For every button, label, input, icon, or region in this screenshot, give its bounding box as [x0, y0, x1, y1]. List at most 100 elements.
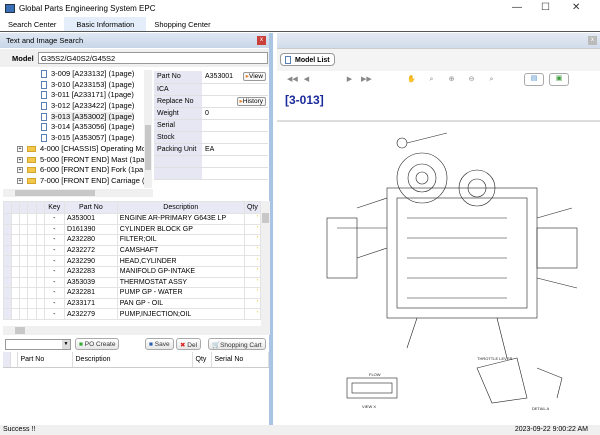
col-key[interactable]: Key — [43, 201, 65, 214]
maximize-button[interactable]: ☐ — [541, 2, 550, 13]
first-page-icon[interactable]: ◀◀ — [287, 75, 298, 84]
delete-label: Del — [187, 342, 198, 349]
tree-node[interactable]: +5-000 [FRONT END] Mast (1pa — [3, 155, 153, 166]
cell-part-no: A232272 — [63, 244, 118, 257]
table-row[interactable]: - A232281 PUMP GP - WATER ' — [3, 287, 261, 299]
menu-basic-information[interactable]: Basic Information — [64, 17, 147, 31]
expand-icon[interactable]: + — [17, 145, 23, 152]
grid-vertical-scrollbar[interactable] — [261, 201, 270, 326]
tree-node[interactable]: +6-000 [FRONT END] Fork (1pa — [3, 165, 153, 176]
table-row[interactable]: - A232279 PUMP,INJECTION;OIL ' — [3, 308, 261, 320]
tree-vertical-scrollbar[interactable] — [144, 70, 152, 188]
tree-node[interactable]: +7-000 [FRONT END] Carriage ( — [3, 176, 153, 187]
zoom-out-icon[interactable]: ⊖ — [467, 75, 476, 84]
table-row[interactable]: - A353039 THERMOSTAT ASSY ' — [3, 276, 261, 289]
cell-part-no: A232279 — [63, 308, 118, 320]
grid-horizontal-scrollbar[interactable] — [3, 326, 270, 335]
zoom-fit-icon[interactable]: ⌕ — [427, 75, 436, 84]
info-row: Weight 0 — [154, 107, 268, 120]
close-panel-button[interactable]: x — [257, 36, 266, 45]
print-icon[interactable]: ▤ — [524, 73, 544, 86]
delete-button[interactable]: ✖ Del — [176, 338, 202, 350]
info-row — [154, 167, 268, 180]
drawing-panel: x Model List ◀◀ ◀ ▶ ▶▶ ✋ ⌕ ⊕ ⊖ ⌕ ▤ ▣ [3-… — [277, 33, 600, 425]
info-key: Part No — [154, 71, 202, 84]
tree-node[interactable]: 3-012 [A233422] (1page) — [3, 101, 153, 112]
table-row[interactable]: - A232280 FILTER;OIL ' — [3, 234, 261, 246]
tree-node[interactable]: +4-000 [CHASSIS] Operating Mc — [3, 144, 153, 155]
status-bar: Success !! 2023-09-22 9:00:22 AM — [0, 425, 600, 435]
model-list-button[interactable]: Model List — [280, 53, 335, 66]
engine-drawing[interactable]: FLOW THROTTLE LEVER VIEW X DETAIL A — [297, 128, 597, 418]
close-drawing-button[interactable]: x — [588, 36, 597, 45]
save-icon: ■ — [149, 341, 153, 348]
info-row: Serial — [154, 119, 268, 132]
chevron-down-icon: ▼ — [62, 340, 70, 349]
tree-node-label: 7-000 [FRONT END] Carriage ( — [40, 175, 145, 185]
order-select[interactable]: ▼ — [5, 339, 71, 350]
last-page-icon[interactable]: ▶▶ — [361, 75, 372, 84]
close-button[interactable]: ✕ — [572, 2, 580, 13]
info-row: ICA — [154, 83, 268, 96]
cell-key: - — [43, 234, 65, 246]
menu-shopping-center[interactable]: Shopping Center — [146, 17, 218, 31]
cart-col-part-no[interactable]: Part No — [17, 352, 73, 368]
table-row[interactable]: - A233171 PAN GP - OIL ' — [3, 297, 261, 310]
cell-part-no: A232283 — [63, 265, 118, 278]
menu-bar: Search Center Basic Information Shopping… — [0, 17, 600, 32]
col-description[interactable]: Description — [116, 201, 245, 214]
tree-node[interactable]: 3-014 [A353056] (1page) — [3, 122, 153, 133]
minimize-button[interactable]: — — [512, 2, 522, 13]
cell-part-no: A353001 — [63, 213, 118, 225]
folder-icon — [27, 145, 36, 152]
expand-icon[interactable]: + — [17, 177, 23, 184]
col-qty[interactable]: Qty — [243, 201, 261, 214]
next-page-icon[interactable]: ▶ — [345, 75, 354, 84]
menu-search-center[interactable]: Search Center — [0, 17, 64, 31]
tree-node[interactable]: 3-015 [A353057] (1page) — [3, 133, 153, 144]
info-key: Packing Unit — [154, 143, 202, 156]
table-row[interactable]: - D161390 CYLINDER BLOCK GP ' — [3, 223, 261, 236]
throttle-label: THROTTLE LEVER — [477, 356, 512, 361]
cell-qty: ' — [243, 223, 261, 236]
cart-col-serial-no[interactable]: Serial No — [211, 352, 269, 368]
image-export-icon[interactable]: ▣ — [549, 73, 569, 86]
model-list-label: Model List — [295, 56, 330, 64]
info-key: Serial — [154, 119, 202, 132]
cell-qty: ' — [243, 213, 261, 225]
save-button[interactable]: ■ Save — [145, 338, 174, 350]
pan-hand-icon[interactable]: ✋ — [407, 75, 416, 84]
po-create-button[interactable]: ■ PO Create — [75, 338, 120, 350]
table-row[interactable]: - A353001 ENGINE AR-PRIMARY G643E LP ' — [3, 213, 261, 225]
table-row[interactable]: - A232283 MANIFOLD GP-INTAKE ' — [3, 265, 261, 278]
prev-page-icon[interactable]: ◀ — [302, 75, 311, 84]
tree-node-label: 4-000 [CHASSIS] Operating Mc — [40, 143, 146, 153]
document-icon — [41, 134, 47, 143]
zoom-reset-icon[interactable]: ⌕ — [487, 75, 496, 84]
shopping-cart-button[interactable]: 🛒Shopping Cart — [208, 338, 266, 350]
tree-horizontal-scrollbar[interactable] — [3, 189, 153, 197]
cell-qty: ' — [243, 234, 261, 246]
zoom-in-icon[interactable]: ⊕ — [447, 75, 456, 84]
cell-description: CYLINDER BLOCK GP — [116, 223, 245, 236]
cell-description: PUMP,INJECTION;OIL — [116, 308, 245, 320]
cart-col-qty[interactable]: Qty — [192, 352, 212, 368]
model-input[interactable]: G35S2/G40S2/G45S2 — [38, 52, 268, 64]
title-bar: Global Parts Engineering System EPC — ☐ … — [0, 0, 600, 17]
table-row[interactable]: - A232290 HEAD,CYLINDER ' — [3, 255, 261, 267]
tree-node[interactable]: 3-011 [A233171] (1page) — [3, 90, 153, 101]
info-value: EA — [202, 143, 268, 156]
tree-node[interactable]: 3-010 [A233153] (1page) — [3, 80, 153, 91]
view-button[interactable]: ▸View — [242, 72, 266, 81]
col-part-no[interactable]: Part No — [63, 201, 118, 214]
expand-icon[interactable]: + — [17, 167, 23, 174]
expand-icon[interactable]: + — [17, 156, 23, 163]
tree-node-label: 3-015 [A353057] (1page) — [51, 133, 135, 143]
table-row[interactable]: - A232272 CAMSHAFT ' — [3, 244, 261, 257]
cell-part-no: A232290 — [63, 255, 118, 267]
po-create-label: PO Create — [84, 341, 116, 348]
tree-node[interactable]: 3-009 [A233132] (1page) — [3, 69, 153, 80]
cart-col-description[interactable]: Description — [72, 352, 193, 368]
history-button[interactable]: ▸History — [236, 96, 266, 106]
tree-node[interactable]: 3-013 [A353002] (1page) — [3, 111, 153, 123]
